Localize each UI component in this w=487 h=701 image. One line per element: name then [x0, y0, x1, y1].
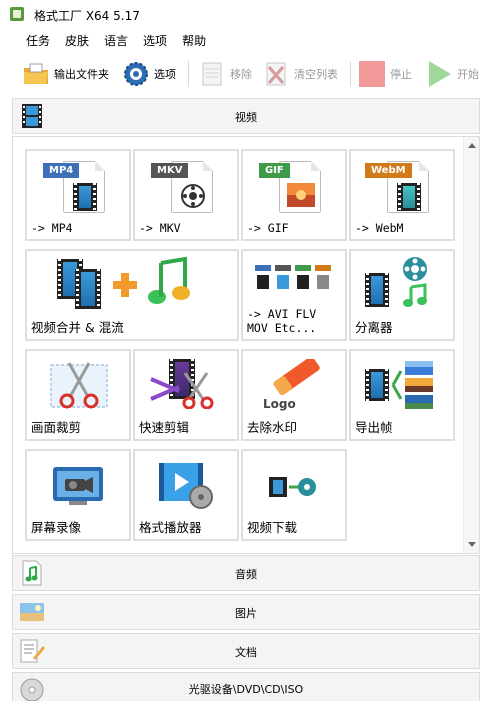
multi-format-icon: [255, 265, 333, 295]
tile-to-avi-flv-mov[interactable]: -> AVI FLV MOV Etc...: [241, 249, 347, 341]
toolbar-divider: [188, 61, 189, 87]
tile-screen-record[interactable]: 屏幕录像: [25, 449, 131, 541]
video-tools-panel: MP4 -> MP4 MKV -> MKV GIF -> GIF WebM ->…: [12, 136, 480, 554]
window-title: 格式工厂 X64 5.17: [34, 9, 140, 23]
tile-mkv-label: -> MKV: [139, 221, 181, 235]
start-button[interactable]: 开始: [425, 58, 479, 90]
tile-gif-label: -> GIF: [247, 221, 289, 235]
category-audio-label: 音频: [235, 568, 257, 581]
mp4-badge: MP4: [43, 163, 80, 178]
stop-button[interactable]: 停止: [358, 58, 412, 90]
clear-list-button[interactable]: 清空列表: [262, 58, 338, 90]
film-icon: [73, 183, 97, 211]
plus-icon: [111, 271, 139, 303]
tile-export-frames-label: 导出帧: [355, 420, 393, 435]
gif-badge: GIF: [259, 163, 290, 178]
film-strip-icon: [75, 269, 101, 309]
tile-to-mkv[interactable]: MKV -> MKV: [133, 149, 239, 241]
tile-player-label: 格式播放器: [139, 520, 202, 535]
tile-separator-label: 分离器: [355, 320, 393, 335]
tile-merge-label: 视频合并 & 混流: [31, 320, 124, 335]
tile-separator[interactable]: 分离器: [349, 249, 455, 341]
screen-camera-icon: [51, 465, 107, 513]
menu-task[interactable]: 任务: [26, 30, 50, 52]
film-play-icon: [397, 183, 421, 211]
music-note-icon: [145, 256, 193, 311]
stop-icon: [358, 60, 386, 88]
tile-to-mp4[interactable]: MP4 -> MP4: [25, 149, 131, 241]
mkv-badge: MKV: [151, 163, 189, 178]
remove-button[interactable]: 移除: [198, 58, 252, 90]
menu-skin[interactable]: 皮肤: [65, 30, 89, 52]
play-icon: [425, 60, 453, 88]
app-logo-icon: [10, 7, 24, 21]
tile-to-webm[interactable]: WebM -> WebM: [349, 149, 455, 241]
tile-video-download[interactable]: 视频下载: [241, 449, 347, 541]
clear-list-label: 清空列表: [294, 68, 338, 81]
tile-to-gif[interactable]: GIF -> GIF: [241, 149, 347, 241]
tile-format-player[interactable]: 格式播放器: [133, 449, 239, 541]
category-audio[interactable]: 音频: [12, 555, 480, 591]
eraser-icon: [265, 356, 325, 399]
start-label: 开始: [457, 68, 479, 81]
folder-icon: [22, 60, 50, 88]
toolbar: 输出文件夹 选项 移除 清空列表 停止 开始: [0, 55, 487, 93]
menu-options[interactable]: 选项: [143, 30, 167, 52]
tile-mp4-label: -> MP4: [31, 221, 73, 235]
category-image[interactable]: 图片: [12, 594, 480, 630]
tile-crop[interactable]: 画面裁剪: [25, 349, 131, 441]
remove-document-icon: [198, 60, 226, 88]
menu-help[interactable]: 帮助: [182, 30, 206, 52]
output-folder-label: 输出文件夹: [54, 68, 109, 81]
scissors-icon: [149, 369, 221, 413]
film-strip-icon: [365, 273, 389, 307]
sunset-image-icon: [287, 183, 315, 211]
tile-download-label: 视频下载: [247, 520, 298, 535]
frame-images-icon: [391, 359, 437, 415]
tile-export-frames[interactable]: 导出帧: [349, 349, 455, 441]
tile-quick-cut[interactable]: 快速剪辑: [133, 349, 239, 441]
clear-list-icon: [262, 60, 290, 88]
remove-label: 移除: [230, 68, 252, 81]
options-button[interactable]: 选项: [122, 58, 176, 90]
reel-note-icon: [393, 255, 433, 315]
scroll-down-arrow-icon[interactable]: [468, 542, 476, 547]
tile-screen-record-label: 屏幕录像: [31, 520, 82, 535]
scissors-crop-icon: [43, 359, 115, 417]
category-document-label: 文档: [235, 646, 257, 659]
menu-language[interactable]: 语言: [104, 30, 128, 52]
tile-webm-label: -> WebM: [355, 221, 404, 235]
category-document[interactable]: 文档: [12, 633, 480, 669]
tile-avi-label: -> AVI FLV MOV Etc...: [247, 307, 317, 335]
film-reel-icon: [180, 183, 206, 213]
gear-icon: [122, 60, 150, 88]
tile-quick-cut-label: 快速剪辑: [139, 420, 190, 435]
vertical-scrollbar[interactable]: [463, 137, 479, 553]
category-optical-label: 光驱设备\DVD\CD\ISO: [188, 683, 304, 696]
options-label: 选项: [154, 68, 176, 81]
film-strip-icon: [365, 369, 389, 401]
output-folder-button[interactable]: 输出文件夹: [22, 58, 109, 90]
download-film-icon: [267, 475, 317, 503]
stop-label: 停止: [390, 68, 412, 81]
category-video-label: 视频: [235, 111, 257, 124]
category-video[interactable]: 视频: [12, 98, 480, 134]
title-bar: 格式工厂 X64 5.17: [0, 0, 487, 28]
tile-video-merge[interactable]: 视频合并 & 混流: [25, 249, 239, 341]
tile-watermark-label: 去除水印: [247, 420, 298, 435]
tile-crop-label: 画面裁剪: [31, 420, 82, 435]
category-optical-drive[interactable]: 光驱设备\DVD\CD\ISO: [12, 672, 480, 701]
tile-remove-watermark[interactable]: Logo 去除水印: [241, 349, 347, 441]
webm-badge: WebM: [365, 163, 412, 178]
menu-bar: 任务 皮肤 语言 选项 帮助: [0, 30, 487, 52]
category-image-label: 图片: [235, 607, 257, 620]
toolbar-divider: [350, 61, 351, 87]
media-player-icon: [157, 461, 217, 515]
logo-text: Logo: [263, 397, 296, 411]
scroll-up-arrow-icon[interactable]: [468, 143, 476, 148]
